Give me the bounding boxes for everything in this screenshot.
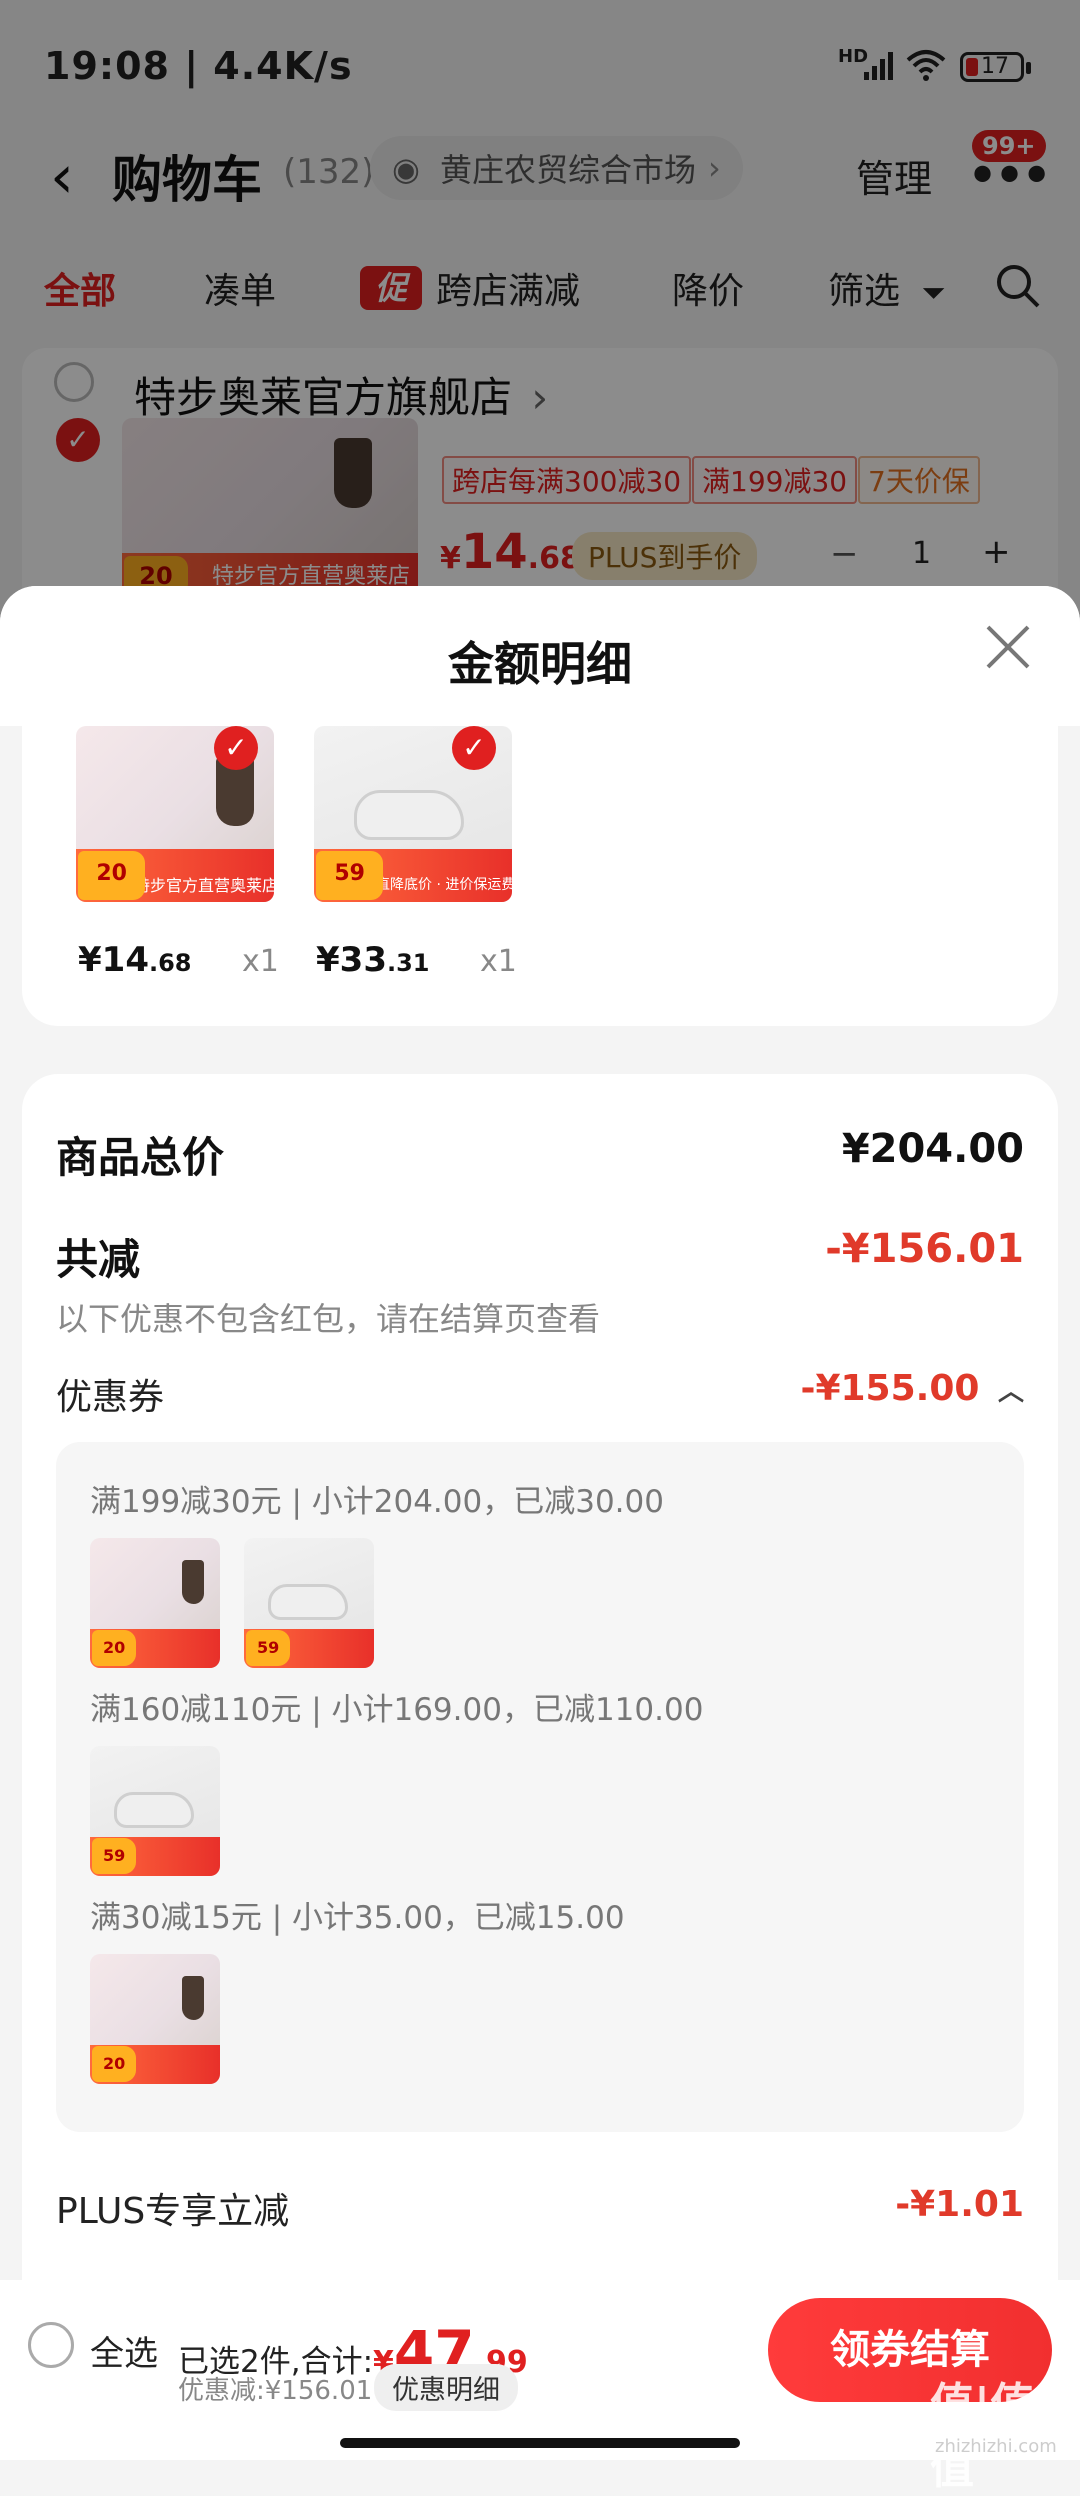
thumb-badge: 59 <box>316 850 384 900</box>
discount-value: -¥156.01 <box>825 1226 1024 1272</box>
selected-items: 特步官方直营奥莱店 20 ✓ ¥14.68 x1 直降底价 · 进价保运费险 5… <box>22 726 1058 1026</box>
coupon-label: 优惠券 <box>56 1377 165 1418</box>
item-checkbox[interactable]: ✓ <box>214 726 258 770</box>
product-image: 59 <box>90 1746 220 1876</box>
discount-detail-button[interactable]: 优惠明细 <box>374 2364 518 2411</box>
sheet-title: 金额明细 <box>448 637 632 691</box>
thumb-badge: 59 <box>246 1629 291 1666</box>
discount-note: 以下优惠不包含红包，请在结算页查看 <box>56 1300 601 1338</box>
thumb-badge: 20 <box>92 1629 137 1666</box>
item-price: ¥33.31 <box>316 940 430 980</box>
total-label: 商品总价 <box>56 1133 225 1182</box>
home-indicator[interactable] <box>340 2438 740 2448</box>
discount-label: 共减 <box>56 1235 141 1284</box>
thumb-banner-text: 特步官方直营奥莱店 <box>134 876 274 895</box>
coupon-rule: 满199减30元 | 小计204.00，已减30.00 <box>90 1484 664 1520</box>
product-image: 20 <box>90 1538 220 1668</box>
coupon-rule: 满30减15元 | 小计35.00，已减15.00 <box>90 1900 625 1936</box>
sheet-header: 金额明细 <box>0 586 1080 726</box>
plus-discount-label: PLUS专享立减 <box>56 2191 290 2232</box>
amount-breakdown: 商品总价 ¥204.00 共减 -¥156.01 以下优惠不包含红包，请在结算页… <box>22 1074 1058 2364</box>
watermark-url: zhizhizhi.com <box>935 2436 1057 2457</box>
chevron-up-icon: ︿ <box>997 1377 1024 1407</box>
coupon-rule: 满160减110元 | 小计169.00，已减110.00 <box>90 1692 704 1728</box>
select-all-label[interactable]: 全选 <box>90 2326 158 2375</box>
select-all-checkbox[interactable] <box>28 2322 74 2368</box>
thumb-badge: 20 <box>78 850 146 900</box>
coupon-toggle[interactable]: -¥155.00 ︿ <box>801 1368 1024 1409</box>
thumb-banner-text: 直降底价 · 进价保运费险 <box>376 877 512 893</box>
item-price: ¥14.68 <box>78 940 192 980</box>
item-checkbox[interactable]: ✓ <box>452 726 496 770</box>
total-value: ¥204.00 <box>841 1126 1024 1172</box>
item-qty: x1 <box>242 944 279 979</box>
coupon-value: -¥155.00 <box>800 1368 980 1409</box>
plus-discount-value: -¥1.01 <box>895 2184 1024 2225</box>
checkout-bar: 全选 已选2件,合计:¥47.99 优惠减:¥156.01 优惠明细 领券结算 <box>0 2280 1080 2460</box>
watermark: 值|值|值 <box>930 2379 1051 2494</box>
discount-summary: 优惠减:¥156.01 <box>178 2376 373 2406</box>
amount-detail-sheet: 金额明细 特步官方直营奥莱店 20 ✓ ¥14.68 x1 直降底价 · 进价保… <box>0 586 1080 2460</box>
product-image: 20 <box>90 1954 220 2084</box>
thumb-badge: 59 <box>92 1837 137 1874</box>
thumb-badge: 20 <box>92 2045 137 2082</box>
coupon-details: 满199减30元 | 小计204.00，已减30.00 20 59 满160减1… <box>56 1442 1024 2132</box>
product-image: 59 <box>244 1538 374 1668</box>
item-qty: x1 <box>480 944 517 979</box>
close-icon[interactable] <box>982 618 1034 688</box>
